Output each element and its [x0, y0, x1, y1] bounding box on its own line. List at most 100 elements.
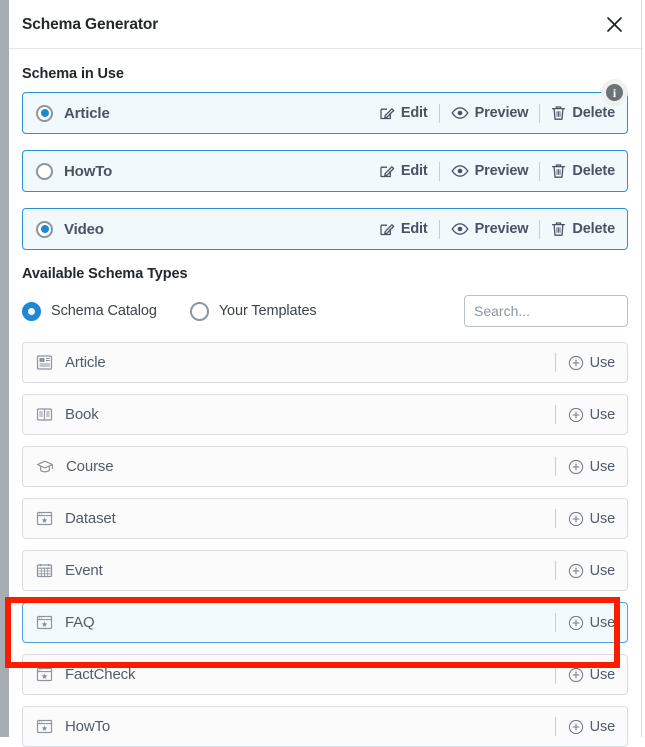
- edit-button[interactable]: Edit: [368, 105, 439, 121]
- schema-generator-modal: Schema Generator Schema in Use i Article: [9, 0, 642, 737]
- use-label: Use: [590, 563, 615, 579]
- use-wrap: Use: [555, 353, 615, 372]
- graduation-cap-icon: [36, 458, 54, 475]
- catalog-row[interactable]: Book Use: [22, 394, 628, 435]
- catalog-item-label: FAQ: [65, 614, 95, 631]
- plus-circle-icon: [568, 615, 584, 631]
- preview-label: Preview: [475, 163, 529, 179]
- window-star-icon: [36, 510, 53, 527]
- edit-button[interactable]: Edit: [368, 163, 439, 179]
- preview-button[interactable]: Preview: [440, 105, 540, 121]
- schema-in-use-heading: Schema in Use: [22, 66, 628, 82]
- search-input[interactable]: [464, 295, 628, 327]
- delete-button[interactable]: Delete: [540, 163, 615, 179]
- use-button[interactable]: Use: [556, 615, 615, 631]
- catalog-item-label: Dataset: [65, 510, 116, 527]
- use-wrap: Use: [555, 665, 615, 684]
- edit-label: Edit: [401, 163, 428, 179]
- use-button[interactable]: Use: [556, 407, 615, 423]
- use-label: Use: [590, 459, 615, 475]
- modal-body: Schema in Use i Article Edit: [9, 66, 641, 747]
- catalog-filter-row: Schema Catalog Your Templates: [22, 294, 628, 328]
- use-wrap: Use: [555, 717, 615, 736]
- use-button[interactable]: Use: [556, 355, 615, 371]
- use-label: Use: [590, 407, 615, 423]
- modal-header: Schema Generator: [9, 0, 641, 49]
- schema-catalog-list: Article Use: [22, 342, 628, 747]
- your-templates-label: Your Templates: [219, 303, 317, 319]
- use-label: Use: [590, 511, 615, 527]
- window-star-icon: [36, 666, 53, 683]
- use-wrap: Use: [555, 613, 615, 632]
- preview-label: Preview: [475, 221, 529, 237]
- your-templates-radio[interactable]: [190, 302, 209, 321]
- catalog-row[interactable]: Course Use: [22, 446, 628, 487]
- edit-label: Edit: [401, 221, 428, 237]
- catalog-row[interactable]: FactCheck Use: [22, 654, 628, 695]
- schema-in-use-row[interactable]: Article Edit: [22, 92, 628, 134]
- delete-label: Delete: [572, 105, 615, 121]
- use-button[interactable]: Use: [556, 667, 615, 683]
- catalog-item-label: HowTo: [65, 718, 110, 735]
- plus-circle-icon: [568, 407, 584, 423]
- use-label: Use: [590, 667, 615, 683]
- schema-in-use-label: HowTo: [64, 163, 112, 180]
- available-schema-types-heading: Available Schema Types: [22, 266, 628, 282]
- plus-circle-icon: [568, 563, 584, 579]
- schema-in-use-row[interactable]: Video Edit: [22, 208, 628, 250]
- delete-button[interactable]: Delete: [540, 221, 615, 237]
- filter-your-templates[interactable]: Your Templates: [190, 302, 317, 321]
- page-scrollbar[interactable]: [0, 0, 9, 737]
- preview-button[interactable]: Preview: [440, 221, 540, 237]
- newspaper-icon: [36, 354, 53, 371]
- row-actions: Edit Preview: [368, 104, 615, 123]
- use-button[interactable]: Use: [556, 511, 615, 527]
- page-title: Schema Generator: [22, 16, 158, 34]
- use-button[interactable]: Use: [556, 459, 615, 475]
- catalog-item-label: Event: [65, 562, 103, 579]
- window-star-icon: [36, 614, 53, 631]
- open-book-icon: [36, 406, 53, 423]
- use-button[interactable]: Use: [556, 563, 615, 579]
- window-star-icon: [36, 718, 53, 735]
- catalog-item-label: Course: [66, 458, 113, 475]
- plus-circle-icon: [568, 459, 584, 475]
- catalog-row-faq[interactable]: FAQ Use: [22, 602, 628, 643]
- catalog-item-label: Book: [65, 406, 99, 423]
- use-label: Use: [590, 355, 615, 371]
- plus-circle-icon: [568, 719, 584, 735]
- row-actions: Edit Preview: [368, 220, 615, 239]
- use-button[interactable]: Use: [556, 719, 615, 735]
- use-label: Use: [590, 615, 615, 631]
- schema-in-use-row[interactable]: HowTo Edit: [22, 150, 628, 192]
- delete-button[interactable]: Delete: [540, 105, 615, 121]
- use-wrap: Use: [555, 457, 615, 476]
- preview-button[interactable]: Preview: [440, 163, 540, 179]
- close-icon[interactable]: [601, 11, 627, 37]
- preview-label: Preview: [475, 105, 529, 121]
- plus-circle-icon: [568, 355, 584, 371]
- delete-label: Delete: [572, 221, 615, 237]
- info-icon[interactable]: i: [601, 79, 628, 106]
- catalog-row[interactable]: Dataset Use: [22, 498, 628, 539]
- schema-catalog-label: Schema Catalog: [51, 303, 157, 319]
- plus-circle-icon: [568, 511, 584, 527]
- row-actions: Edit Preview: [368, 162, 615, 181]
- schema-in-use-label: Article: [64, 105, 110, 122]
- filter-schema-catalog[interactable]: Schema Catalog: [22, 302, 157, 321]
- catalog-row[interactable]: Event Use: [22, 550, 628, 591]
- catalog-row[interactable]: Article Use: [22, 342, 628, 383]
- schema-select-radio[interactable]: [36, 163, 53, 180]
- calendar-grid-icon: [36, 562, 53, 579]
- use-wrap: Use: [555, 561, 615, 580]
- schema-in-use-list: Article Edit: [22, 92, 628, 250]
- schema-catalog-radio[interactable]: [22, 302, 41, 321]
- plus-circle-icon: [568, 667, 584, 683]
- catalog-item-label: Article: [65, 354, 106, 371]
- use-wrap: Use: [555, 405, 615, 424]
- edit-button[interactable]: Edit: [368, 221, 439, 237]
- schema-select-radio[interactable]: [36, 221, 53, 238]
- edit-label: Edit: [401, 105, 428, 121]
- catalog-row[interactable]: HowTo Use: [22, 706, 628, 747]
- schema-select-radio[interactable]: [36, 105, 53, 122]
